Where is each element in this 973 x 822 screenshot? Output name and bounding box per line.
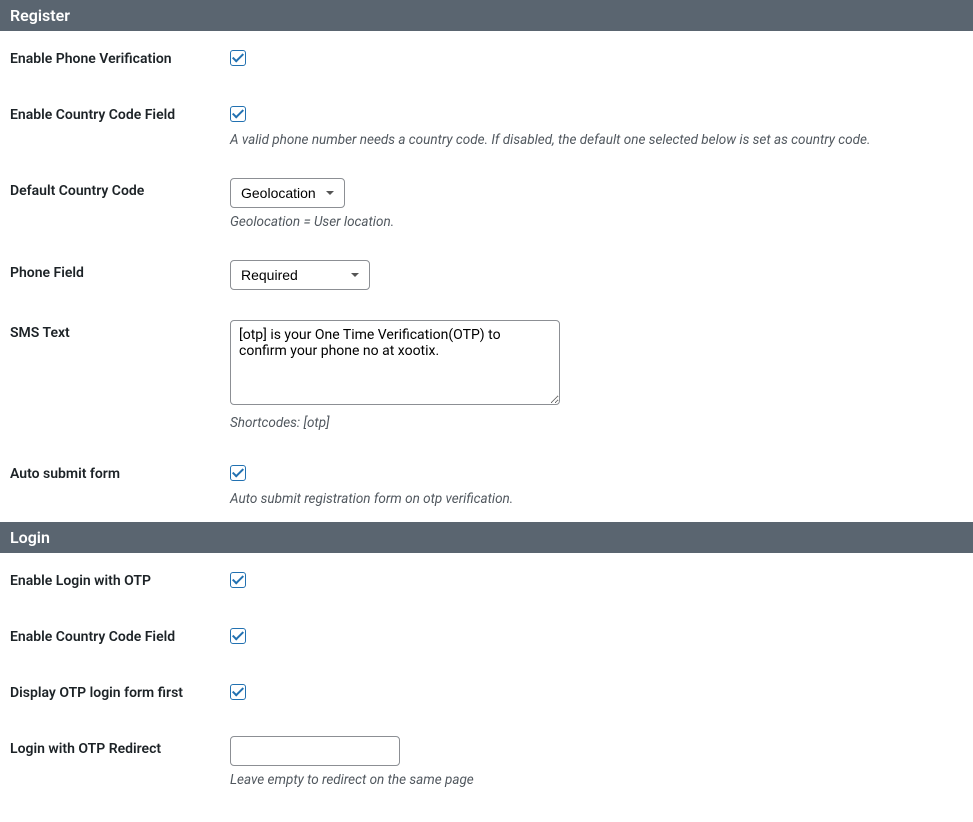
- display-otp-first-checkbox[interactable]: [230, 684, 246, 700]
- register-section-header: Register: [0, 0, 973, 31]
- sms-text-label: SMS Text: [0, 305, 230, 446]
- login-otp-redirect-input[interactable]: [230, 736, 400, 766]
- enable-country-code-register-label: Enable Country Code Field: [0, 87, 230, 163]
- enable-country-code-login-checkbox[interactable]: [230, 628, 246, 644]
- enable-phone-verification-checkbox[interactable]: [230, 50, 246, 66]
- login-form-table: Enable Login with OTP Enable Country Cod…: [0, 553, 973, 803]
- sms-text-description: Shortcodes: [otp]: [230, 415, 963, 431]
- login-section-header: Login: [0, 522, 973, 553]
- login-otp-redirect-label: Login with OTP Redirect: [0, 721, 230, 803]
- auto-submit-checkbox[interactable]: [230, 465, 246, 481]
- default-country-code-description: Geolocation = User location.: [230, 214, 963, 230]
- login-otp-redirect-description: Leave empty to redirect on the same page: [230, 772, 963, 788]
- default-country-code-label: Default Country Code: [0, 163, 230, 245]
- phone-field-select[interactable]: Required: [230, 260, 370, 290]
- default-country-code-select[interactable]: Geolocation: [230, 178, 345, 208]
- enable-phone-verification-label: Enable Phone Verification: [0, 31, 230, 87]
- sms-text-textarea[interactable]: [otp] is your One Time Verification(OTP)…: [230, 320, 560, 405]
- auto-submit-label: Auto submit form: [0, 446, 230, 522]
- enable-login-otp-checkbox[interactable]: [230, 572, 246, 588]
- auto-submit-description: Auto submit registration form on otp ver…: [230, 491, 963, 507]
- enable-country-code-login-label: Enable Country Code Field: [0, 609, 230, 665]
- phone-field-label: Phone Field: [0, 245, 230, 305]
- display-otp-first-label: Display OTP login form first: [0, 665, 230, 721]
- enable-country-code-register-description: A valid phone number needs a country cod…: [230, 132, 963, 148]
- enable-login-otp-label: Enable Login with OTP: [0, 553, 230, 609]
- register-form-table: Enable Phone Verification Enable Country…: [0, 31, 973, 522]
- enable-country-code-register-checkbox[interactable]: [230, 106, 246, 122]
